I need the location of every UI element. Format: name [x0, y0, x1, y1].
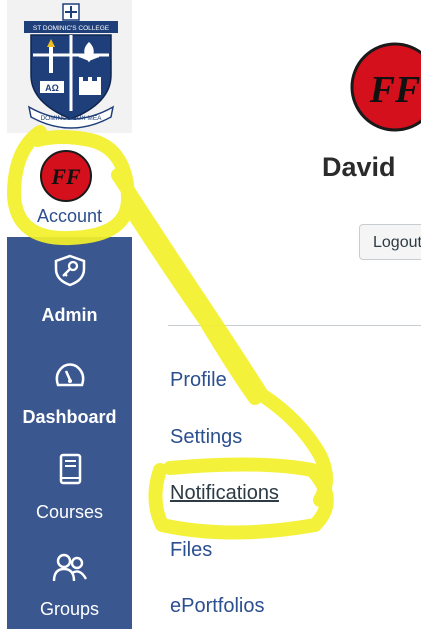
sidebar-item-label: Dashboard: [22, 407, 117, 427]
book-icon: [59, 453, 82, 485]
account-link-files[interactable]: Files: [170, 539, 212, 562]
sidebar-item-groups[interactable]: Groups: [7, 533, 132, 623]
logout-button[interactable]: Logout: [359, 224, 421, 260]
account-link-notifications[interactable]: Notifications: [170, 482, 279, 505]
shield-key-icon: [54, 254, 86, 287]
school-name-text: ST DOMINIC'S COLLEGE: [33, 25, 110, 32]
sidebar-item-label: Account: [36, 206, 103, 226]
sidebar-item-label: Courses: [35, 502, 104, 522]
school-logo[interactable]: ST DOMINIC'S COLLEGE AΩ DOMINUS LUX MEA: [7, 0, 132, 133]
svg-text:FF: FF: [50, 164, 81, 189]
svg-text:FF: FF: [369, 69, 421, 111]
sidebar-item-admin[interactable]: Admin: [7, 237, 132, 327]
school-crest-icon: ST DOMINIC'S COLLEGE AΩ DOMINUS LUX MEA: [24, 3, 118, 129]
sidebar-nav: Admin Dashboard Courses Groups: [7, 237, 132, 629]
sidebar-item-dashboard[interactable]: Dashboard: [7, 335, 132, 427]
account-link-profile[interactable]: Profile: [170, 369, 227, 392]
account-link-eportfolios[interactable]: ePortfolios: [170, 595, 265, 618]
account-link-settings[interactable]: Settings: [170, 426, 242, 449]
profile-avatar: FF: [350, 42, 421, 132]
people-icon: [52, 553, 88, 582]
avatar-icon: FF: [40, 150, 92, 202]
user-name: David: [322, 152, 396, 182]
global-nav: ST DOMINIC'S COLLEGE AΩ DOMINUS LUX MEA …: [7, 0, 132, 629]
divider: [168, 325, 421, 326]
sidebar-item-label: Admin: [41, 305, 98, 325]
school-motto-text: DOMINUS LUX MEA: [40, 115, 102, 122]
sidebar-item-courses[interactable]: Courses: [7, 433, 132, 523]
speedometer-icon: [55, 363, 85, 387]
crest-alpha-omega: AΩ: [45, 83, 59, 93]
sidebar-item-label: Groups: [39, 599, 100, 619]
